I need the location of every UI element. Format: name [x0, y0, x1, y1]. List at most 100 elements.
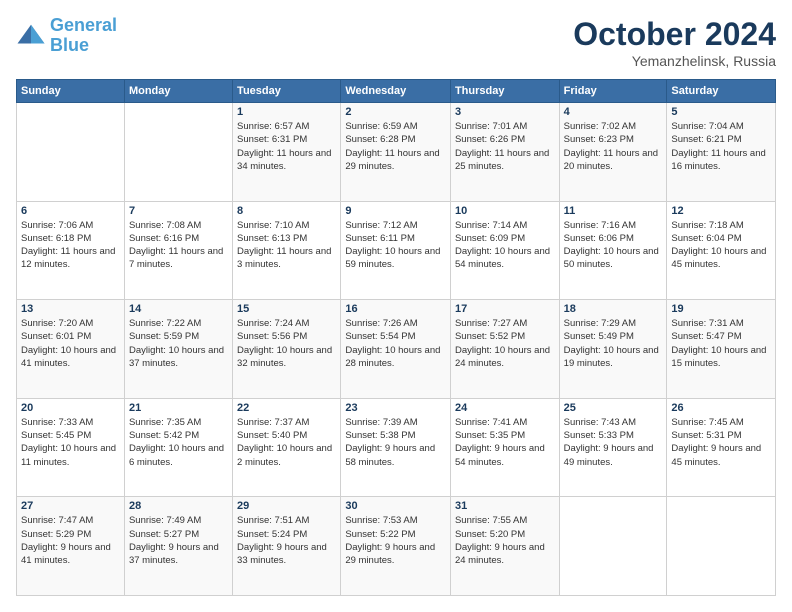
table-row: 28 Sunrise: 7:49 AM Sunset: 5:27 PM Dayl…	[124, 497, 232, 596]
sunset-text: Sunset: 5:31 PM	[671, 430, 741, 441]
sunrise-text: Sunrise: 7:12 AM	[345, 220, 417, 231]
sunset-text: Sunset: 5:54 PM	[345, 331, 415, 342]
sunrise-text: Sunrise: 7:08 AM	[129, 220, 201, 231]
subtitle: Yemanzhelinsk, Russia	[573, 53, 776, 69]
table-row: 19 Sunrise: 7:31 AM Sunset: 5:47 PM Dayl…	[667, 300, 776, 399]
sunrise-text: Sunrise: 7:53 AM	[345, 515, 417, 526]
daylight-text: Daylight: 11 hours and 25 minutes.	[455, 148, 549, 172]
table-row: 31 Sunrise: 7:55 AM Sunset: 5:20 PM Dayl…	[450, 497, 559, 596]
daylight-text: Daylight: 10 hours and 19 minutes.	[564, 345, 659, 369]
daylight-text: Daylight: 10 hours and 28 minutes.	[345, 345, 440, 369]
table-row	[667, 497, 776, 596]
day-number: 28	[129, 500, 228, 512]
day-number: 16	[345, 303, 446, 315]
sunset-text: Sunset: 5:45 PM	[21, 430, 91, 441]
day-info: Sunrise: 6:57 AM Sunset: 6:31 PM Dayligh…	[237, 120, 336, 173]
daylight-text: Daylight: 10 hours and 32 minutes.	[237, 345, 332, 369]
sunrise-text: Sunrise: 7:35 AM	[129, 417, 201, 428]
table-row: 4 Sunrise: 7:02 AM Sunset: 6:23 PM Dayli…	[559, 103, 667, 202]
day-number: 20	[21, 402, 120, 414]
table-row: 22 Sunrise: 7:37 AM Sunset: 5:40 PM Dayl…	[233, 398, 341, 497]
sunrise-text: Sunrise: 7:39 AM	[345, 417, 417, 428]
day-number: 25	[564, 402, 663, 414]
table-row: 1 Sunrise: 6:57 AM Sunset: 6:31 PM Dayli…	[233, 103, 341, 202]
day-number: 22	[237, 402, 336, 414]
day-number: 3	[455, 106, 555, 118]
sunset-text: Sunset: 6:01 PM	[21, 331, 91, 342]
calendar-week-row: 27 Sunrise: 7:47 AM Sunset: 5:29 PM Dayl…	[17, 497, 776, 596]
day-info: Sunrise: 7:04 AM Sunset: 6:21 PM Dayligh…	[671, 120, 771, 173]
sunrise-text: Sunrise: 7:31 AM	[671, 318, 743, 329]
sunrise-text: Sunrise: 7:24 AM	[237, 318, 309, 329]
logo-text: General Blue	[50, 16, 117, 56]
sunset-text: Sunset: 5:52 PM	[455, 331, 525, 342]
table-row: 18 Sunrise: 7:29 AM Sunset: 5:49 PM Dayl…	[559, 300, 667, 399]
sunrise-text: Sunrise: 7:16 AM	[564, 220, 636, 231]
sunset-text: Sunset: 5:49 PM	[564, 331, 634, 342]
table-row: 13 Sunrise: 7:20 AM Sunset: 6:01 PM Dayl…	[17, 300, 125, 399]
day-info: Sunrise: 7:18 AM Sunset: 6:04 PM Dayligh…	[671, 219, 771, 272]
sunrise-text: Sunrise: 7:26 AM	[345, 318, 417, 329]
calendar-week-row: 1 Sunrise: 6:57 AM Sunset: 6:31 PM Dayli…	[17, 103, 776, 202]
day-info: Sunrise: 7:49 AM Sunset: 5:27 PM Dayligh…	[129, 514, 228, 567]
sunset-text: Sunset: 6:16 PM	[129, 233, 199, 244]
daylight-text: Daylight: 10 hours and 2 minutes.	[237, 443, 332, 467]
day-number: 14	[129, 303, 228, 315]
sunrise-text: Sunrise: 6:57 AM	[237, 121, 309, 132]
day-number: 12	[671, 205, 771, 217]
title-block: October 2024 Yemanzhelinsk, Russia	[573, 16, 776, 69]
page: General Blue October 2024 Yemanzhelinsk,…	[0, 0, 792, 612]
sunset-text: Sunset: 5:38 PM	[345, 430, 415, 441]
calendar-week-row: 13 Sunrise: 7:20 AM Sunset: 6:01 PM Dayl…	[17, 300, 776, 399]
day-info: Sunrise: 7:55 AM Sunset: 5:20 PM Dayligh…	[455, 514, 555, 567]
table-row: 17 Sunrise: 7:27 AM Sunset: 5:52 PM Dayl…	[450, 300, 559, 399]
sunset-text: Sunset: 6:23 PM	[564, 134, 634, 145]
table-row: 8 Sunrise: 7:10 AM Sunset: 6:13 PM Dayli…	[233, 201, 341, 300]
sunrise-text: Sunrise: 7:45 AM	[671, 417, 743, 428]
sunrise-text: Sunrise: 7:06 AM	[21, 220, 93, 231]
table-row: 29 Sunrise: 7:51 AM Sunset: 5:24 PM Dayl…	[233, 497, 341, 596]
sunrise-text: Sunrise: 7:33 AM	[21, 417, 93, 428]
sunset-text: Sunset: 5:24 PM	[237, 529, 307, 540]
day-info: Sunrise: 7:41 AM Sunset: 5:35 PM Dayligh…	[455, 416, 555, 469]
day-number: 10	[455, 205, 555, 217]
table-row: 23 Sunrise: 7:39 AM Sunset: 5:38 PM Dayl…	[341, 398, 451, 497]
sunset-text: Sunset: 5:33 PM	[564, 430, 634, 441]
day-info: Sunrise: 7:16 AM Sunset: 6:06 PM Dayligh…	[564, 219, 663, 272]
sunrise-text: Sunrise: 7:14 AM	[455, 220, 527, 231]
table-row: 6 Sunrise: 7:06 AM Sunset: 6:18 PM Dayli…	[17, 201, 125, 300]
daylight-text: Daylight: 11 hours and 20 minutes.	[564, 148, 658, 172]
table-row	[17, 103, 125, 202]
daylight-text: Daylight: 10 hours and 37 minutes.	[129, 345, 224, 369]
daylight-text: Daylight: 10 hours and 41 minutes.	[21, 345, 116, 369]
day-info: Sunrise: 7:51 AM Sunset: 5:24 PM Dayligh…	[237, 514, 336, 567]
col-thursday: Thursday	[450, 80, 559, 103]
day-number: 24	[455, 402, 555, 414]
day-info: Sunrise: 7:01 AM Sunset: 6:26 PM Dayligh…	[455, 120, 555, 173]
sunrise-text: Sunrise: 7:04 AM	[671, 121, 743, 132]
daylight-text: Daylight: 9 hours and 41 minutes.	[21, 542, 111, 566]
sunrise-text: Sunrise: 7:01 AM	[455, 121, 527, 132]
day-info: Sunrise: 7:26 AM Sunset: 5:54 PM Dayligh…	[345, 317, 446, 370]
sunset-text: Sunset: 6:26 PM	[455, 134, 525, 145]
sunrise-text: Sunrise: 6:59 AM	[345, 121, 417, 132]
table-row	[559, 497, 667, 596]
day-info: Sunrise: 7:33 AM Sunset: 5:45 PM Dayligh…	[21, 416, 120, 469]
day-number: 15	[237, 303, 336, 315]
sunrise-text: Sunrise: 7:18 AM	[671, 220, 743, 231]
table-row: 15 Sunrise: 7:24 AM Sunset: 5:56 PM Dayl…	[233, 300, 341, 399]
day-number: 6	[21, 205, 120, 217]
table-row: 2 Sunrise: 6:59 AM Sunset: 6:28 PM Dayli…	[341, 103, 451, 202]
daylight-text: Daylight: 9 hours and 58 minutes.	[345, 443, 435, 467]
sunset-text: Sunset: 6:09 PM	[455, 233, 525, 244]
day-info: Sunrise: 7:29 AM Sunset: 5:49 PM Dayligh…	[564, 317, 663, 370]
day-number: 27	[21, 500, 120, 512]
daylight-text: Daylight: 10 hours and 11 minutes.	[21, 443, 116, 467]
header: General Blue October 2024 Yemanzhelinsk,…	[16, 16, 776, 69]
sunset-text: Sunset: 6:11 PM	[345, 233, 415, 244]
day-number: 21	[129, 402, 228, 414]
sunset-text: Sunset: 5:40 PM	[237, 430, 307, 441]
sunrise-text: Sunrise: 7:10 AM	[237, 220, 309, 231]
sunset-text: Sunset: 5:27 PM	[129, 529, 199, 540]
sunrise-text: Sunrise: 7:20 AM	[21, 318, 93, 329]
